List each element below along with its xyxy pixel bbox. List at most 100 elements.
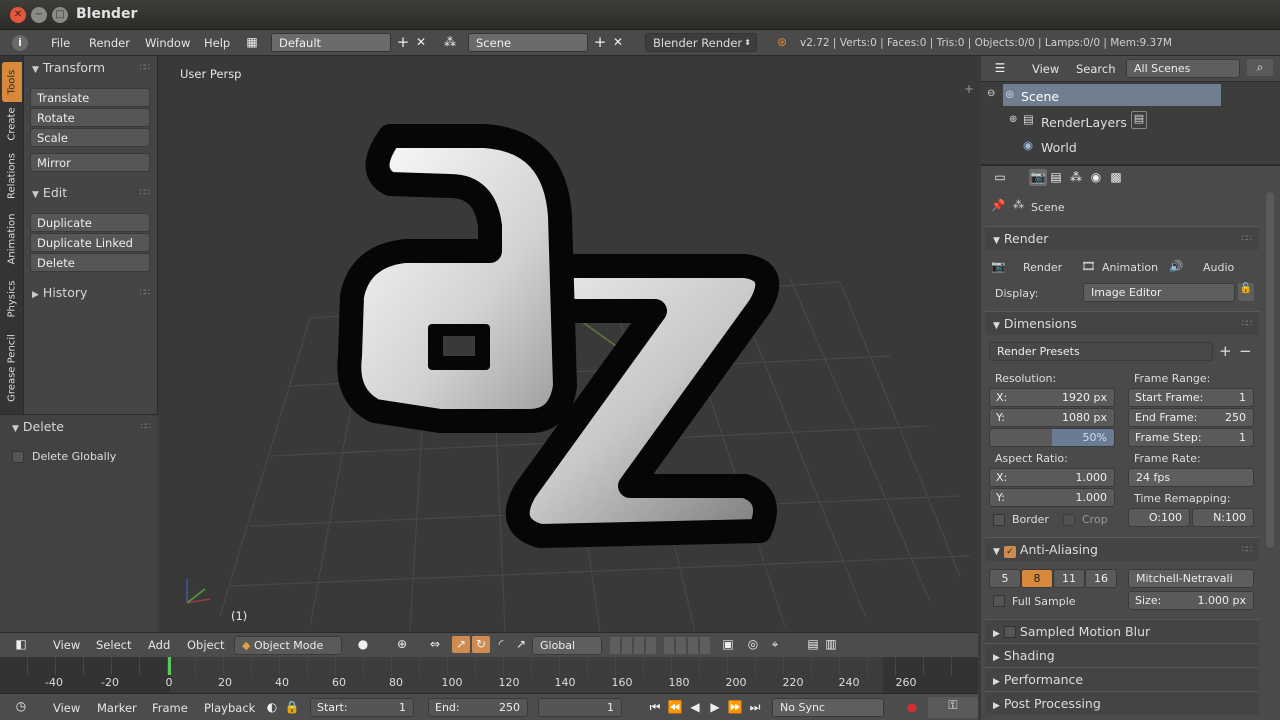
panel-grip-icon[interactable]: ∷∷ [140,63,151,73]
panel-grip-icon[interactable]: ∷∷ [140,288,151,298]
render-presets-select[interactable]: Render Presets [989,342,1213,361]
outliner-editor-icon[interactable]: ☰ [991,60,1009,77]
start-frame-field[interactable]: Start: 1 [310,698,414,717]
dimensions-section-header[interactable]: ▼ Dimensions ∷∷ [985,311,1259,335]
sync-select[interactable]: No Sync [772,698,884,717]
vp-menu-view[interactable]: View [53,638,80,652]
snap-icon[interactable]: ⌖ [766,636,784,653]
aspect-y-field[interactable]: Y: 1.000 [989,488,1115,507]
delete-button[interactable]: Delete [30,253,150,272]
renderlayers-tab-icon[interactable]: ▤ [1047,169,1065,186]
remap-old-field[interactable]: O:100 [1128,508,1190,527]
aa-samples-11[interactable]: 11 [1053,569,1085,588]
vp-menu-select[interactable]: Select [96,638,131,652]
scale-manipulator-icon[interactable]: ◜ [492,636,510,653]
full-sample-checkbox[interactable] [993,595,1005,607]
lock-interface-icon[interactable]: 🔓 [1238,283,1254,301]
tab-physics[interactable]: Physics [2,274,22,324]
outliner-filter-select[interactable]: All Scenes [1126,59,1240,78]
end-frame-field[interactable]: End: 250 [428,698,528,717]
panel-grip-icon[interactable]: ∷∷ [140,188,151,198]
layer-buttons-2[interactable] [664,637,710,654]
outliner-menu-search[interactable]: Search [1076,62,1116,76]
aa-samples-5[interactable]: 5 [989,569,1021,588]
play-icon[interactable]: ▶ [706,699,724,716]
menu-file[interactable]: File [51,36,70,50]
frame-rate-select[interactable]: 24 fps [1128,468,1254,487]
pivot-icon[interactable]: ⊕ [393,636,411,653]
keying-set-icon[interactable]: ⚿ [928,697,978,718]
texture-tab-icon[interactable]: ▩ [1107,169,1125,186]
border-checkbox[interactable] [993,514,1005,526]
current-frame-field[interactable]: 1 [538,698,622,717]
next-keyframe-icon[interactable]: ⏩ [726,699,744,716]
tab-create[interactable]: Create [2,104,22,144]
render-section-header[interactable]: ▼ Render ∷∷ [985,226,1259,250]
jump-start-icon[interactable]: ⏮ [646,699,664,716]
scene-field[interactable]: Scene [468,33,588,52]
scene-tab-icon[interactable]: ⁂ [1067,169,1085,186]
anti-aliasing-section-header[interactable]: ▼ ✓ Anti-Aliasing ∷∷ [985,537,1259,561]
vp-menu-object[interactable]: Object [187,638,224,652]
layer-buttons[interactable] [610,637,656,654]
sampled-motion-blur-section[interactable]: ▶ Sampled Motion Blur [985,619,1259,643]
jump-end-icon[interactable]: ⏭ [746,699,764,716]
tl-menu-marker[interactable]: Marker [97,701,137,715]
vp-menu-add[interactable]: Add [148,638,170,652]
3d-viewport[interactable]: User Persp (1) + [160,56,978,632]
menu-render[interactable]: Render [89,36,130,50]
frame-step-field[interactable]: Frame Step: 1 [1128,428,1254,447]
outliner-search-icon[interactable]: ⌕ [1247,59,1273,76]
tl-menu-view[interactable]: View [53,701,80,715]
timeline-editor-icon[interactable]: ◷ [12,698,30,715]
mirror-button[interactable]: Mirror [30,153,150,172]
anti-aliasing-checkbox[interactable]: ✓ [1003,546,1016,558]
transform-panel-header[interactable]: ▼ Transform [32,60,105,75]
edit-panel-header[interactable]: ▼ Edit [32,185,67,200]
panel-grip-icon[interactable]: ∷∷ [141,422,152,432]
timeline-area[interactable]: -40 -20 0 20 40 60 80 100 120 140 160 18… [0,657,978,693]
close-window-icon[interactable]: ✕ [10,7,26,23]
editor-type-icon[interactable]: ◧ [12,636,30,653]
shading-section[interactable]: ▶ Shading [985,643,1259,667]
menu-window[interactable]: Window [145,36,190,50]
preview-range-icon[interactable]: ◐ [263,699,281,716]
shading-solid-icon[interactable]: ● [354,636,372,653]
remove-layout-icon[interactable]: ✕ [412,34,430,51]
tab-animation[interactable]: Animation [2,208,22,270]
start-frame-field[interactable]: Start Frame: 1 [1128,388,1254,407]
lock-range-icon[interactable]: 🔒 [283,699,301,716]
manipulator-toggle-icon[interactable]: ⇔ [426,636,444,653]
duplicate-button[interactable]: Duplicate [30,213,150,232]
prev-keyframe-icon[interactable]: ⏪ [666,699,684,716]
lock-layers-icon[interactable]: ▣ [719,636,737,653]
crop-checkbox[interactable] [1063,514,1075,526]
remap-new-field[interactable]: N:100 [1192,508,1254,527]
record-icon[interactable]: ● [903,699,921,716]
orientation-select[interactable]: Global [532,636,602,655]
render-anim-icon[interactable]: ▥ [822,636,840,653]
scale-button[interactable]: Scale [30,128,150,147]
res-x-field[interactable]: X: 1920 px [989,388,1115,407]
add-scene-icon[interactable]: + [591,34,609,51]
res-y-field[interactable]: Y: 1080 px [989,408,1115,427]
menu-help[interactable]: Help [204,36,230,50]
manip-extra-icon[interactable]: ↗ [512,636,530,653]
render-engine-select[interactable]: Blender Render ⬍ [645,33,757,52]
world-tab-icon[interactable]: ◉ [1087,169,1105,186]
duplicate-linked-button[interactable]: Duplicate Linked [30,233,150,252]
aa-filter-select[interactable]: Mitchell-Netravali [1128,569,1254,588]
end-frame-field[interactable]: End Frame: 250 [1128,408,1254,427]
translate-button[interactable]: Translate [30,88,150,107]
tab-relations[interactable]: Relations [2,148,22,204]
tab-tools[interactable]: Tools [2,62,22,102]
audio-button[interactable]: Audio [1203,261,1234,274]
properties-scrollbar[interactable] [1266,192,1274,548]
res-percentage-slider[interactable]: 50% [989,428,1115,447]
post-processing-section[interactable]: ▶ Post Processing [985,691,1259,715]
aspect-x-field[interactable]: X: 1.000 [989,468,1115,487]
tl-menu-frame[interactable]: Frame [152,701,188,715]
toggle-properties-icon[interactable]: + [964,82,974,96]
info-editor-icon[interactable]: i [12,35,28,51]
scene-icon[interactable]: ⁂ [441,34,459,51]
